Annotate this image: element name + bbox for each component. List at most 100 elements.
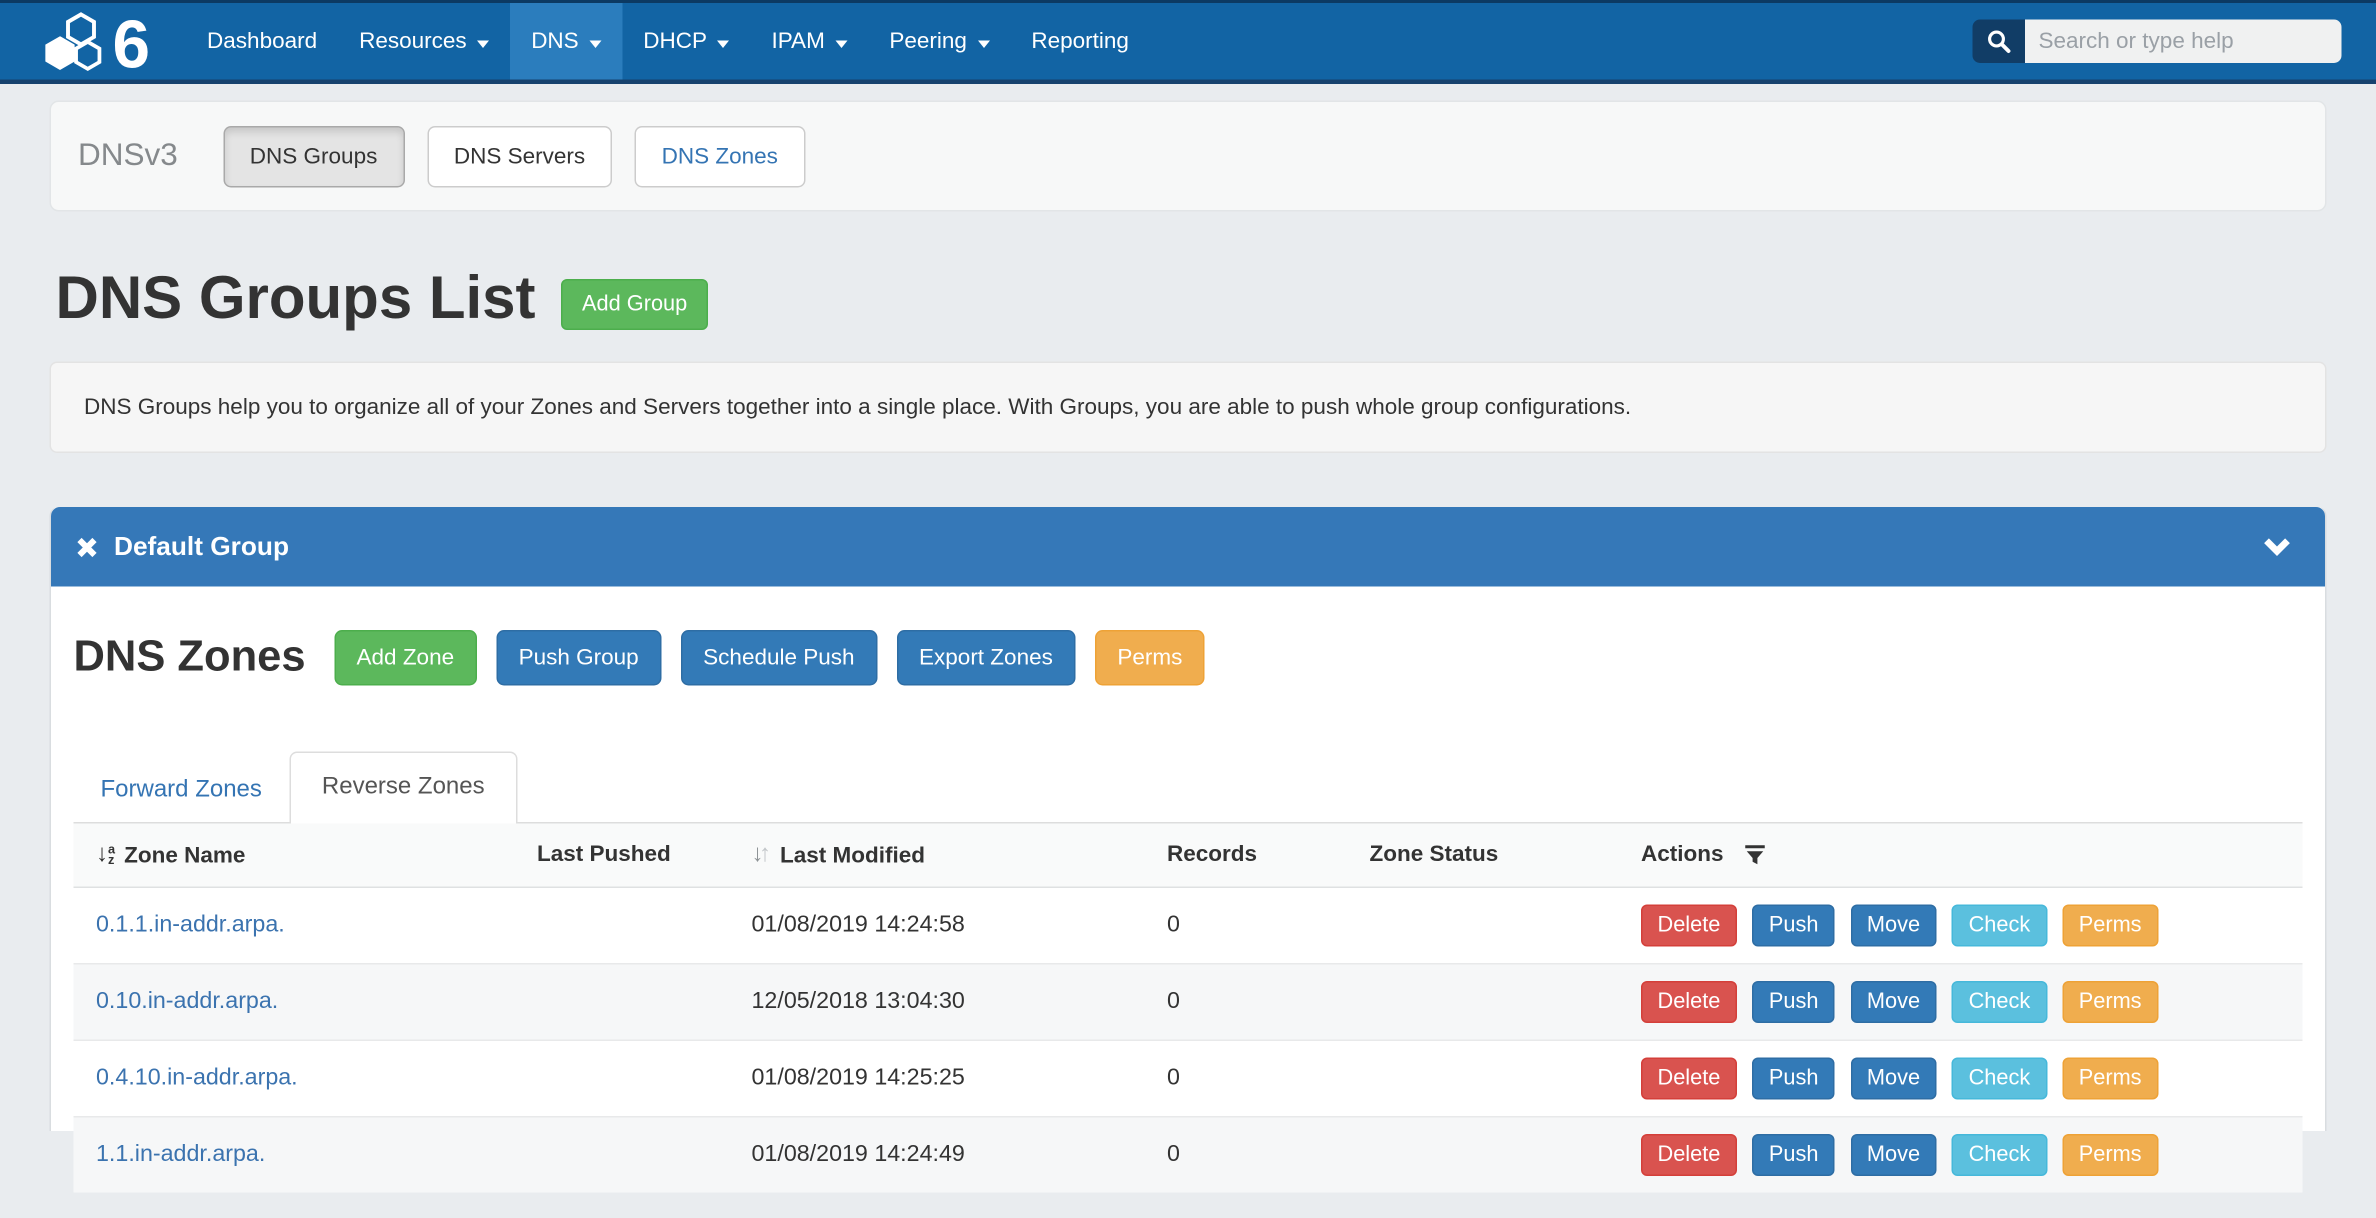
col-zone-name[interactable]: ↓az Zone Name: [74, 824, 515, 887]
row-action-perms[interactable]: Perms: [2062, 1133, 2158, 1175]
cell-records: 0: [1145, 1116, 1348, 1192]
brand-logo[interactable]: 6: [44, 11, 151, 71]
row-action-move[interactable]: Move: [1850, 1133, 1936, 1175]
dnsv3-bar: DNSv3 DNS Groups DNS Servers DNS Zones: [50, 101, 2327, 212]
row-action-push[interactable]: Push: [1752, 904, 1835, 946]
add-group-button[interactable]: Add Group: [561, 279, 708, 330]
zone-link[interactable]: 0.10.in-addr.arpa.: [96, 988, 278, 1014]
zone-link[interactable]: 0.1.1.in-addr.arpa.: [96, 911, 285, 937]
row-action-check[interactable]: Check: [1952, 904, 2047, 946]
main-nav: DashboardResourcesDNSDHCPIPAMPeeringRepo…: [186, 3, 1150, 80]
toolbar-add-zone[interactable]: Add Zone: [334, 630, 477, 686]
cell-last-modified: 01/08/2019 14:24:49: [729, 1116, 1145, 1192]
cell-last-pushed: [515, 1040, 730, 1117]
default-group-panel: Default Group DNS Zones Add Zone Push Gro…: [50, 507, 2327, 1131]
toolbar-schedule-push[interactable]: Schedule Push: [681, 630, 877, 686]
toolbar-perms[interactable]: Perms: [1095, 630, 1205, 686]
group-panel-body: DNS Zones Add Zone Push Group Schedule Pus…: [51, 587, 2325, 1192]
tab-reverse-zones[interactable]: Reverse Zones: [289, 752, 518, 824]
cell-zone-status: [1347, 1040, 1619, 1117]
row-action-push[interactable]: Push: [1752, 1057, 1835, 1099]
zone-link[interactable]: 1.1.in-addr.arpa.: [96, 1141, 265, 1167]
brand-six: 6: [113, 17, 151, 71]
search-input[interactable]: [2025, 20, 2342, 64]
zones-section-title: DNS Zones: [74, 633, 306, 683]
cell-last-modified: 12/05/2018 13:04:30: [729, 963, 1145, 1040]
cell-actions: Delete Push Move Check Perms: [1619, 963, 2303, 1040]
col-actions: Actions: [1619, 824, 2303, 887]
caret-down-icon: [977, 40, 989, 48]
hexagon-cluster-icon: [44, 11, 110, 71]
sort-updown-icon[interactable]: ↓↑: [752, 843, 772, 867]
dnsv3-label: DNSv3: [78, 138, 178, 174]
row-action-perms[interactable]: Perms: [2062, 1057, 2158, 1099]
app-window: 6 DashboardResourcesDNSDHCPIPAMPeeringRe…: [0, 0, 2376, 1218]
zones-table: ↓az Zone Name Last Pushed ↓↑ Last Modifi…: [74, 824, 2303, 1192]
row-action-delete[interactable]: Delete: [1641, 1133, 1737, 1175]
col-last-modified[interactable]: ↓↑ Last Modified: [729, 824, 1145, 887]
row-action-move[interactable]: Move: [1850, 980, 1936, 1022]
row-action-delete[interactable]: Delete: [1641, 904, 1737, 946]
nav-item-peering[interactable]: Peering: [868, 3, 1010, 80]
group-panel-header[interactable]: Default Group: [51, 507, 2325, 587]
cell-records: 0: [1145, 963, 1348, 1040]
page-title: DNS Groups List: [56, 266, 536, 332]
cell-zone-name: 0.4.10.in-addr.arpa.: [74, 1040, 515, 1117]
caret-down-icon: [717, 40, 729, 48]
cell-records: 0: [1145, 887, 1348, 964]
row-action-push[interactable]: Push: [1752, 980, 1835, 1022]
nav-item-dns[interactable]: DNS: [510, 3, 622, 80]
toolbar-push-group[interactable]: Push Group: [496, 630, 661, 686]
row-action-move[interactable]: Move: [1850, 904, 1936, 946]
nav-item-dashboard[interactable]: Dashboard: [186, 3, 338, 80]
cell-zone-name: 0.1.1.in-addr.arpa.: [74, 887, 515, 964]
remove-x-icon[interactable]: [75, 535, 99, 559]
nav-item-resources[interactable]: Resources: [338, 3, 510, 80]
subnav-dns-servers[interactable]: DNS Servers: [427, 125, 612, 187]
row-action-delete[interactable]: Delete: [1641, 1057, 1737, 1099]
zones-head: DNS Zones Add Zone Push Group Schedule Pus…: [74, 587, 2303, 686]
zones-toolbar: Add Zone Push Group Schedule Push Export Zo…: [315, 630, 1205, 686]
subnav-dns-zones[interactable]: DNS Zones: [635, 125, 805, 187]
top-navbar: 6 DashboardResourcesDNSDHCPIPAMPeeringRe…: [0, 0, 2376, 84]
global-search: [1973, 20, 2342, 64]
cell-zone-name: 0.10.in-addr.arpa.: [74, 963, 515, 1040]
groups-description: DNS Groups help you to organize all of y…: [50, 362, 2327, 454]
subnav-dns-groups[interactable]: DNS Groups: [223, 125, 405, 187]
nav-item-ipam[interactable]: IPAM: [750, 3, 868, 80]
navbar-main: 6 DashboardResourcesDNSDHCPIPAMPeeringRe…: [0, 3, 2376, 84]
col-last-pushed: Last Pushed: [515, 824, 730, 887]
row-action-delete[interactable]: Delete: [1641, 980, 1737, 1022]
zone-link[interactable]: 0.4.10.in-addr.arpa.: [96, 1064, 298, 1090]
sort-alphabetical-icon[interactable]: ↓az: [96, 843, 115, 867]
caret-down-icon: [477, 40, 489, 48]
nav-item-dhcp[interactable]: DHCP: [622, 3, 750, 80]
cell-actions: Delete Push Move Check Perms: [1619, 1040, 2303, 1117]
caret-down-icon: [589, 40, 601, 48]
search-icon[interactable]: [1973, 20, 2026, 64]
row-action-move[interactable]: Move: [1850, 1057, 1936, 1099]
dns-section-switcher: DNS Groups DNS Servers DNS Zones: [223, 125, 828, 187]
row-action-perms[interactable]: Perms: [2062, 904, 2158, 946]
row-action-perms[interactable]: Perms: [2062, 980, 2158, 1022]
nav-item-reporting[interactable]: Reporting: [1010, 3, 1150, 80]
zones-tabs: Forward Zones Reverse Zones: [74, 752, 2303, 824]
col-records: Records: [1145, 824, 1348, 887]
row-action-check[interactable]: Check: [1952, 1057, 2047, 1099]
filter-funnel-icon[interactable]: [1745, 844, 1766, 865]
row-action-check[interactable]: Check: [1952, 1133, 2047, 1175]
tab-forward-zones[interactable]: Forward Zones: [74, 759, 289, 822]
cell-actions: Delete Push Move Check Perms: [1619, 1116, 2303, 1192]
cell-zone-status: [1347, 1116, 1619, 1192]
group-panel-title: Default Group: [114, 531, 289, 563]
col-zone-status: Zone Status: [1347, 824, 1619, 887]
row-action-check[interactable]: Check: [1952, 980, 2047, 1022]
row-action-push[interactable]: Push: [1752, 1133, 1835, 1175]
cell-records: 0: [1145, 1040, 1348, 1117]
collapse-chevron-down-icon[interactable]: [2262, 537, 2292, 557]
zone-row: 0.1.1.in-addr.arpa. 01/08/2019 14:24:58 …: [74, 887, 2303, 964]
toolbar-export-zones[interactable]: Export Zones: [897, 630, 1076, 686]
cell-last-pushed: [515, 963, 730, 1040]
zone-row: 0.10.in-addr.arpa. 12/05/2018 13:04:30 0…: [74, 963, 2303, 1040]
zones-table-body: 0.1.1.in-addr.arpa. 01/08/2019 14:24:58 …: [74, 887, 2303, 1192]
